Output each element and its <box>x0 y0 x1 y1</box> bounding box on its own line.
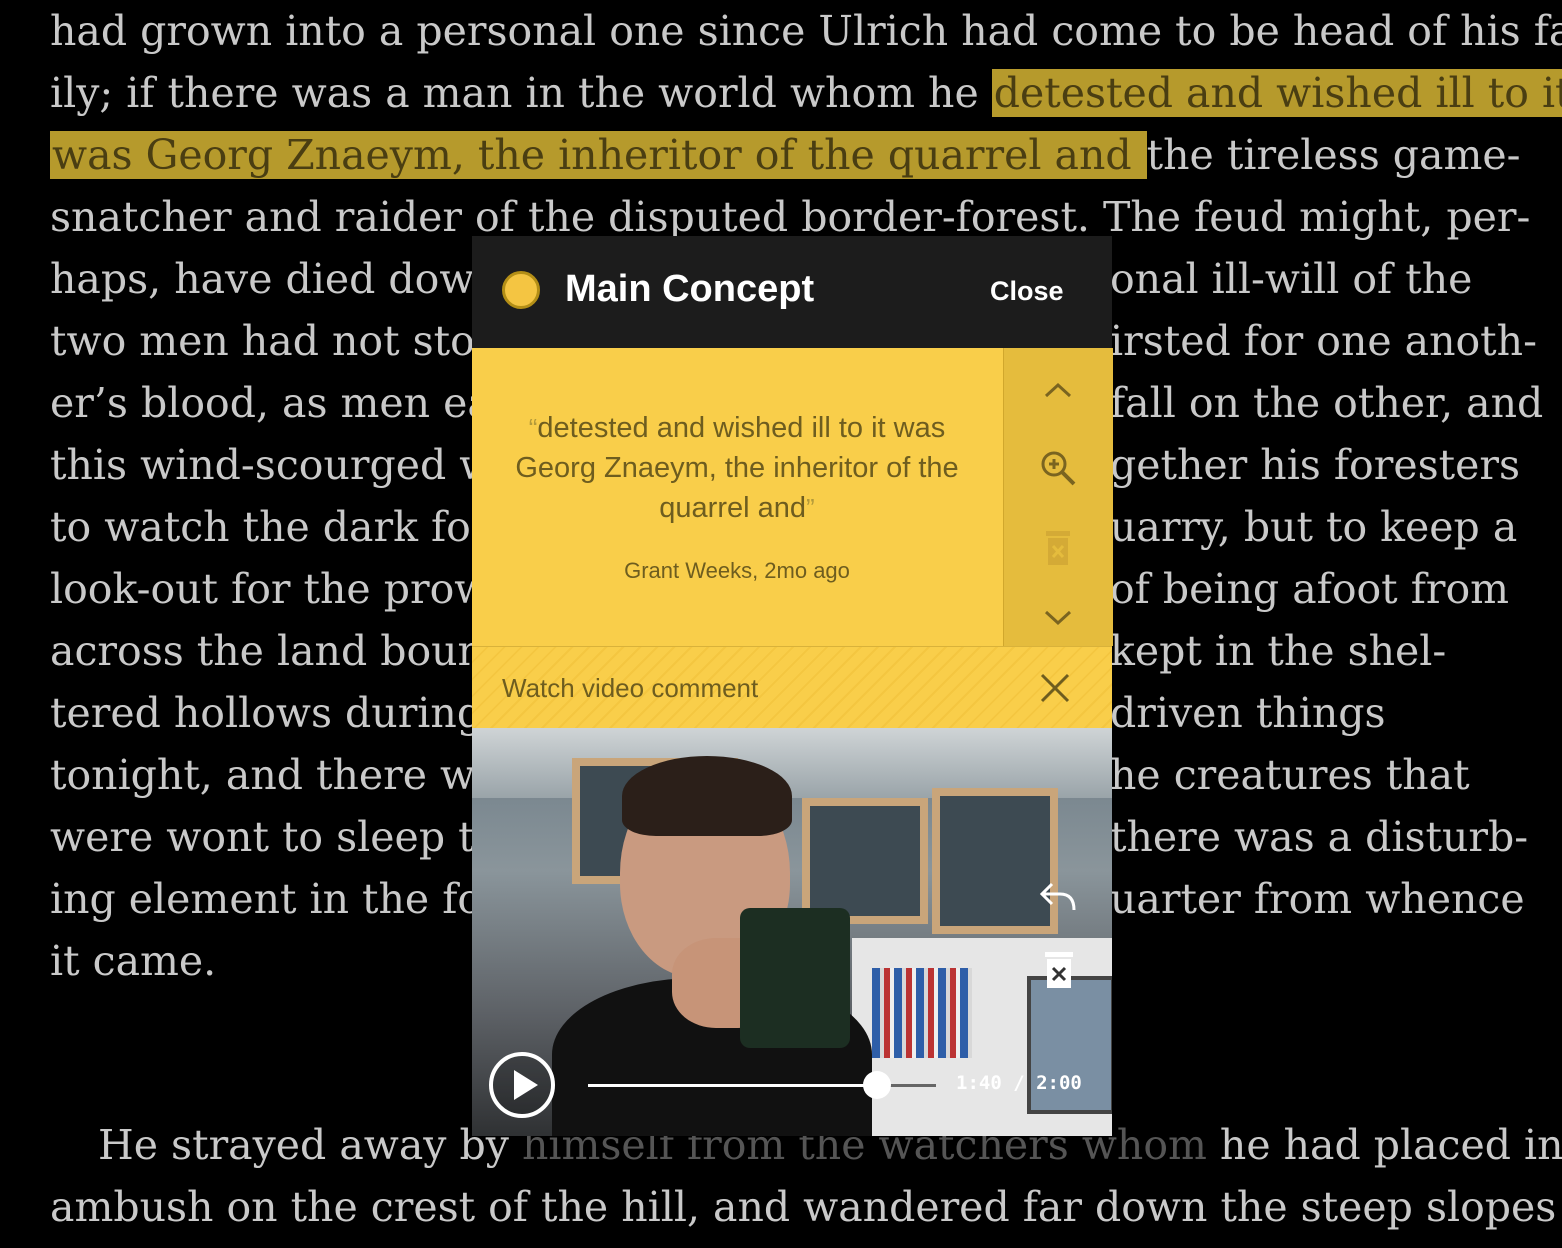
zoom-in-icon[interactable] <box>1038 448 1078 488</box>
text-fragment: onal ill-will of the <box>1110 255 1473 303</box>
text-fragment: kept in the shel- <box>1110 627 1447 675</box>
note-body: “detested and wished ill to it was Georg… <box>472 348 1003 646</box>
note-author: Grant Weeks, 2mo ago <box>624 558 850 583</box>
text-fragment: gether his foresters <box>1110 441 1521 489</box>
note-quote: “detested and wished ill to it was Georg… <box>515 412 959 524</box>
undo-icon[interactable] <box>1038 876 1078 916</box>
delete-video-icon[interactable] <box>1042 950 1076 990</box>
text-line: ambush on the crest of the hill, and wan… <box>50 1183 1557 1231</box>
popup-title: Main Concept <box>565 268 815 310</box>
progress-thumb[interactable] <box>862 1071 891 1099</box>
text-line: was Georg Znaeym, the inheritor of the q… <box>50 131 1521 179</box>
text-line: it came. <box>50 937 217 985</box>
video-comment-bar[interactable]: Watch video comment <box>472 646 1112 729</box>
chevron-down-icon[interactable] <box>1038 598 1078 638</box>
text-line: this wind-scourged w <box>50 441 495 489</box>
video-comment-label: Watch video comment <box>502 673 759 703</box>
progress-track[interactable] <box>588 1071 936 1099</box>
text-line: were wont to sleep th <box>50 813 501 861</box>
text-fragment: driven things <box>1110 689 1386 737</box>
popup-header: Main Concept Close <box>472 236 1112 348</box>
text-line: er’s blood, as men eac <box>50 379 515 427</box>
progress-fill <box>588 1084 877 1087</box>
text-line: to watch the dark fore <box>50 503 515 551</box>
text-line: ing element in the for <box>50 875 502 923</box>
text-line: two men had not stoo <box>50 317 500 365</box>
text-fragment: irsted for one anoth- <box>1110 317 1537 365</box>
text-line: had grown into a personal one since Ulri… <box>50 7 1562 55</box>
color-dot-icon[interactable] <box>502 271 540 309</box>
text-line: tonight, and there wa <box>50 751 500 799</box>
highlight[interactable]: was Georg Znaeym, the inheritor of the q… <box>50 131 1147 179</box>
close-icon[interactable] <box>1038 671 1072 705</box>
chevron-up-icon[interactable] <box>1038 370 1078 410</box>
text-line: haps, have died down <box>50 255 501 303</box>
highlight[interactable]: detested and wished ill to it <box>991 69 1562 117</box>
trash-icon[interactable] <box>1038 528 1078 568</box>
time-display: 1:40 / 2:00 <box>956 1072 1082 1094</box>
text-line: look-out for the prow <box>50 565 490 613</box>
annotation-popup: Main Concept Close “detested and wished … <box>472 236 1113 1136</box>
text-line: tered hollows during a <box>50 689 521 737</box>
text-fragment: he creatures that <box>1110 751 1470 799</box>
text-fragment: fall on the other, and <box>1110 379 1544 427</box>
play-button[interactable] <box>488 1051 556 1119</box>
text-fragment: of being afoot from <box>1110 565 1510 613</box>
close-button[interactable]: Close <box>990 276 1064 307</box>
text-fragment: uarter from whence <box>1110 875 1525 923</box>
mug <box>740 908 850 1048</box>
text-fragment: there was a disturb- <box>1110 813 1529 861</box>
text-fragment: uarry, but to keep a <box>1110 503 1518 551</box>
text-line: ily; if there was a man in the world who… <box>50 62 1562 124</box>
video-player[interactable]: 1:40 / 2:00 <box>472 728 1112 1136</box>
note-toolbar <box>1003 348 1113 646</box>
text-line: across the land bound <box>50 627 511 675</box>
